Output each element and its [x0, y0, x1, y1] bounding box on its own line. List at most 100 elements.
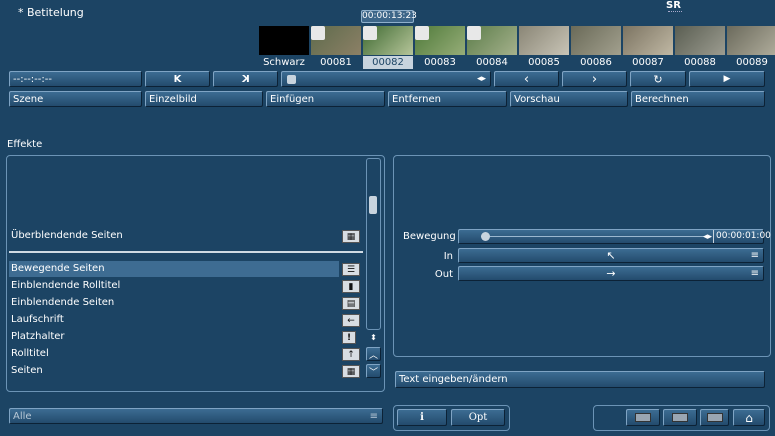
effect-list-item[interactable] [9, 363, 339, 379]
effect-item-label: Platzhalter [11, 331, 65, 342]
thumbnail-image[interactable] [727, 26, 775, 55]
chevron-up-icon: ︿ [368, 350, 378, 361]
bewegung-time: 00:00:01:00 [713, 230, 771, 243]
thumbnail-label[interactable]: 00089 [727, 56, 775, 69]
thumbnail-image[interactable] [623, 26, 673, 55]
monitor-1-button[interactable] [626, 409, 660, 426]
chevron-down-icon: ﹀ [368, 367, 378, 378]
transition-marker-icon [467, 26, 481, 40]
info-icon: i [420, 412, 424, 423]
window-title: * Betitelung [18, 6, 84, 19]
bewegung-slider-track [481, 236, 705, 237]
exclamation-icon: ! [342, 331, 356, 344]
effect-item-label: Rolltitel [11, 348, 49, 359]
next-frame-button[interactable]: › [562, 71, 627, 87]
effect-item-label: Laufschrift [11, 314, 64, 325]
effect-list-item[interactable] [9, 346, 339, 362]
thumbnail-image[interactable] [363, 26, 413, 55]
effect-item-label: Bewegende Seiten [11, 263, 105, 274]
sr-sub-icon [668, 11, 682, 14]
scrub-handle[interactable] [287, 74, 296, 84]
filter-value: Alle [13, 410, 32, 422]
bewegung-slider[interactable]: ◂▸ 00:00:01:00 [458, 229, 771, 244]
home-icon: ⌂ [745, 410, 753, 425]
menu-lines-icon: ≡ [369, 410, 378, 422]
thumbnail-label[interactable]: 00087 [623, 56, 673, 69]
thumbnail-label[interactable]: 00088 [675, 56, 725, 69]
go-first-icon: K [173, 73, 182, 85]
monitor-icon [672, 413, 688, 422]
in-direction-dropdown[interactable]: ↖ ≡ [458, 248, 764, 263]
thumbnail-image[interactable] [519, 26, 569, 55]
scrub-arrows-icon: ◂▸ [476, 74, 486, 84]
thumbnail-image[interactable] [571, 26, 621, 55]
effect-item-label: Einblendende Rolltitel [11, 280, 121, 291]
thumbnail-image[interactable] [675, 26, 725, 55]
transition-marker-icon [415, 26, 429, 40]
thumbnail-label[interactable]: Schwarz [259, 56, 309, 69]
effects-category-label[interactable]: Überblendende Seiten [11, 229, 123, 243]
scrub-bar[interactable]: ◂▸ [281, 71, 491, 87]
chevron-right-icon: › [591, 71, 598, 87]
menu-einzelbild-button[interactable]: Einzelbild [145, 91, 263, 107]
text-edit-button[interactable]: Text eingeben/ändern [395, 371, 765, 388]
chevron-left-icon: ‹ [523, 71, 530, 87]
bewegung-label: Bewegung [403, 231, 456, 242]
thumbnail-image[interactable] [259, 26, 309, 55]
thumbnail-label[interactable]: 00081 [311, 56, 361, 69]
go-last-icon: K [241, 73, 250, 85]
transition-marker-icon [363, 26, 377, 40]
info-button[interactable]: i [397, 409, 447, 426]
monitor-icon [635, 413, 651, 422]
loop-button[interactable]: ↻ [630, 71, 686, 87]
thumbnail-image[interactable] [311, 26, 361, 55]
grid-icon: ▦ [342, 365, 360, 378]
filter-dropdown[interactable]: Alle ≡ [9, 408, 383, 424]
scroll-updown-icon[interactable]: ⬍ [366, 332, 381, 344]
menu-einfuegen-button[interactable]: Einfügen [266, 91, 385, 107]
category-divider [9, 251, 363, 253]
effects-heading: Effekte [7, 139, 43, 150]
menu-lines-icon: ≡ [750, 250, 759, 261]
go-first-button[interactable]: K [145, 71, 210, 87]
thumbnail-label[interactable]: 00084 [467, 56, 517, 69]
thumbnail-label[interactable]: 00083 [415, 56, 465, 69]
timecode-field[interactable]: --:--:--:-- [9, 71, 142, 87]
scroll-up-button[interactable]: ︿ [366, 347, 381, 361]
list-scrollbar-track[interactable] [366, 158, 381, 330]
timecode-display: 00:00:13:23 [361, 10, 417, 23]
effect-item-label: Einblendende Seiten [11, 297, 115, 308]
thumbnail-image[interactable] [467, 26, 517, 55]
prev-frame-button[interactable]: ‹ [494, 71, 559, 87]
thumbnail-label[interactable]: 00082 [363, 56, 413, 69]
go-last-button[interactable]: K [213, 71, 278, 87]
list-scrollbar-thumb[interactable] [369, 196, 377, 214]
menu-szene-button[interactable]: Szene [9, 91, 142, 107]
play-button[interactable]: ▶ [689, 71, 765, 87]
monitor-2-button[interactable] [663, 409, 697, 426]
thumbnail-label[interactable]: 00086 [571, 56, 621, 69]
arrow-up-icon: ↑ [342, 348, 360, 361]
bewegung-slider-handle[interactable] [481, 232, 490, 241]
play-icon: ▶ [723, 74, 731, 84]
menu-entfernen-button[interactable]: Entfernen [388, 91, 507, 107]
thumbnail-image[interactable] [415, 26, 465, 55]
out-direction-dropdown[interactable]: → ≡ [458, 266, 764, 281]
arrow-left-icon: ← [342, 314, 360, 327]
menu-berechnen-button[interactable]: Berechnen [631, 91, 765, 107]
page-icon: ▤ [342, 297, 360, 310]
opt-button[interactable]: Opt [451, 409, 505, 426]
thumbnail-label[interactable]: 00085 [519, 56, 569, 69]
monitor-3-button[interactable] [700, 409, 729, 426]
slider-arrows-icon: ◂▸ [703, 231, 713, 242]
menu-lines-icon: ≡ [750, 268, 759, 279]
loop-icon: ↻ [653, 72, 663, 86]
home-button[interactable]: ⌂ [733, 409, 765, 426]
sr-label: SR [666, 0, 681, 11]
scroll-down-button[interactable]: ﹀ [366, 364, 381, 378]
out-label: Out [434, 269, 453, 280]
category-grid-icon: ▦ [342, 230, 360, 243]
effect-item-label: Seiten [11, 365, 43, 376]
menu-vorschau-button[interactable]: Vorschau [510, 91, 628, 107]
grid-list-icon: ☰ [342, 263, 360, 276]
